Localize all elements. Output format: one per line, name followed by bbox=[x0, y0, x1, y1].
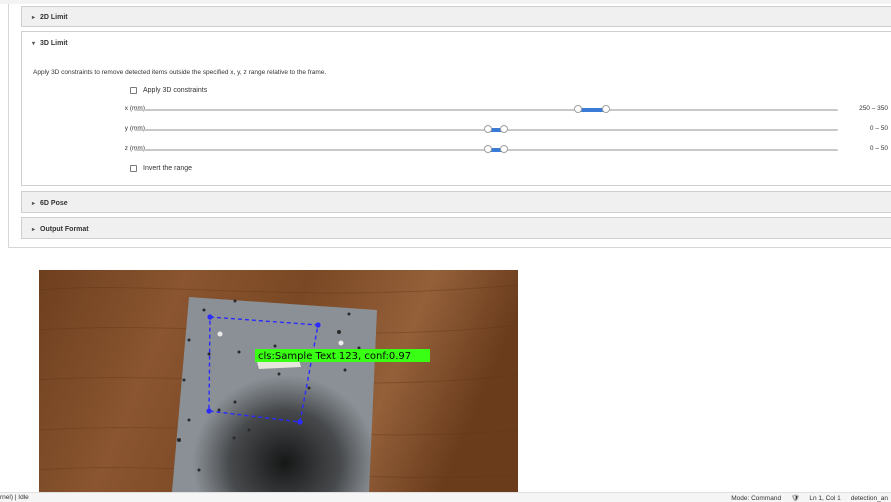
file-name: detection_an bbox=[850, 494, 888, 502]
accordion-title: 6D Pose bbox=[40, 199, 68, 207]
apply-3d-label: Apply 3D constraints bbox=[143, 87, 208, 94]
accordion-2d-limit[interactable]: ▸ 2D Limit bbox=[21, 6, 891, 27]
chevron-down-icon: ▾ bbox=[32, 40, 36, 47]
slider-track[interactable] bbox=[134, 125, 838, 133]
invert-range-checkbox-row[interactable]: Invert the range bbox=[130, 165, 192, 172]
mode-indicator[interactable]: Mode: Command bbox=[731, 495, 781, 502]
invert-range-checkbox[interactable] bbox=[130, 165, 137, 172]
chevron-right-icon: ▸ bbox=[32, 226, 36, 233]
slider-high-handle[interactable] bbox=[601, 105, 610, 113]
plate-shadow bbox=[172, 297, 377, 492]
status-right-group: Mode: Command 🛡 Ln 1, Col 1 detection_an bbox=[731, 494, 888, 502]
accordion-3d-limit: ▾ 3D Limit Apply 3D constraints to remov… bbox=[21, 31, 891, 186]
status-bar: rnel) | Idle Mode: Command 🛡 Ln 1, Col 1… bbox=[0, 492, 891, 502]
chevron-right-icon: ▸ bbox=[32, 14, 36, 21]
accordion-header-3d-limit[interactable]: ▾ 3D Limit bbox=[22, 32, 891, 54]
kernel-status: rnel) | Idle bbox=[0, 494, 29, 501]
accordion-header-6d-pose[interactable]: ▸ 6D Pose bbox=[22, 192, 891, 214]
slider-z: z (mm) 0 – 50 bbox=[22, 145, 891, 155]
slider-value: 0 – 50 bbox=[869, 125, 888, 132]
accordion-header-2d-limit[interactable]: ▸ 2D Limit bbox=[22, 7, 891, 27]
slider-high-handle[interactable] bbox=[499, 145, 508, 153]
detection-output-image: cls:Sample Text 123, conf:0.97 bbox=[39, 270, 518, 492]
slider-y: y (mm) 0 – 50 bbox=[22, 125, 891, 135]
accordion-title: 3D Limit bbox=[40, 39, 68, 47]
slider-x: x (mm) 250 – 350 bbox=[22, 105, 891, 115]
slider-high-handle[interactable] bbox=[499, 125, 508, 133]
slider-track[interactable] bbox=[134, 105, 838, 113]
slider-value: 250 – 350 bbox=[859, 105, 888, 112]
chevron-right-icon: ▸ bbox=[32, 200, 36, 207]
cursor-position[interactable]: Ln 1, Col 1 bbox=[809, 495, 840, 502]
slider-value: 0 – 50 bbox=[869, 145, 888, 152]
accordion-title: Output Format bbox=[40, 225, 89, 233]
accordion-output-format[interactable]: ▸ Output Format bbox=[21, 217, 891, 239]
description-text: Apply 3D constraints to remove detected … bbox=[33, 69, 327, 76]
invert-range-label: Invert the range bbox=[143, 165, 193, 172]
slider-track[interactable] bbox=[134, 145, 838, 153]
slider-low-handle[interactable] bbox=[573, 105, 582, 113]
accordion-header-output-format[interactable]: ▸ Output Format bbox=[22, 218, 891, 240]
detection-scene: cls:Sample Text 123, conf:0.97 bbox=[39, 270, 518, 492]
apply-3d-checkbox-row[interactable]: Apply 3D constraints bbox=[130, 87, 207, 94]
apply-3d-checkbox[interactable] bbox=[130, 87, 137, 94]
accordion-6d-pose[interactable]: ▸ 6D Pose bbox=[21, 191, 891, 213]
accordion-title: 2D Limit bbox=[40, 13, 68, 21]
shield-icon[interactable]: 🛡 bbox=[791, 494, 799, 502]
detection-label-text: cls:Sample Text 123, conf:0.97 bbox=[258, 351, 411, 362]
